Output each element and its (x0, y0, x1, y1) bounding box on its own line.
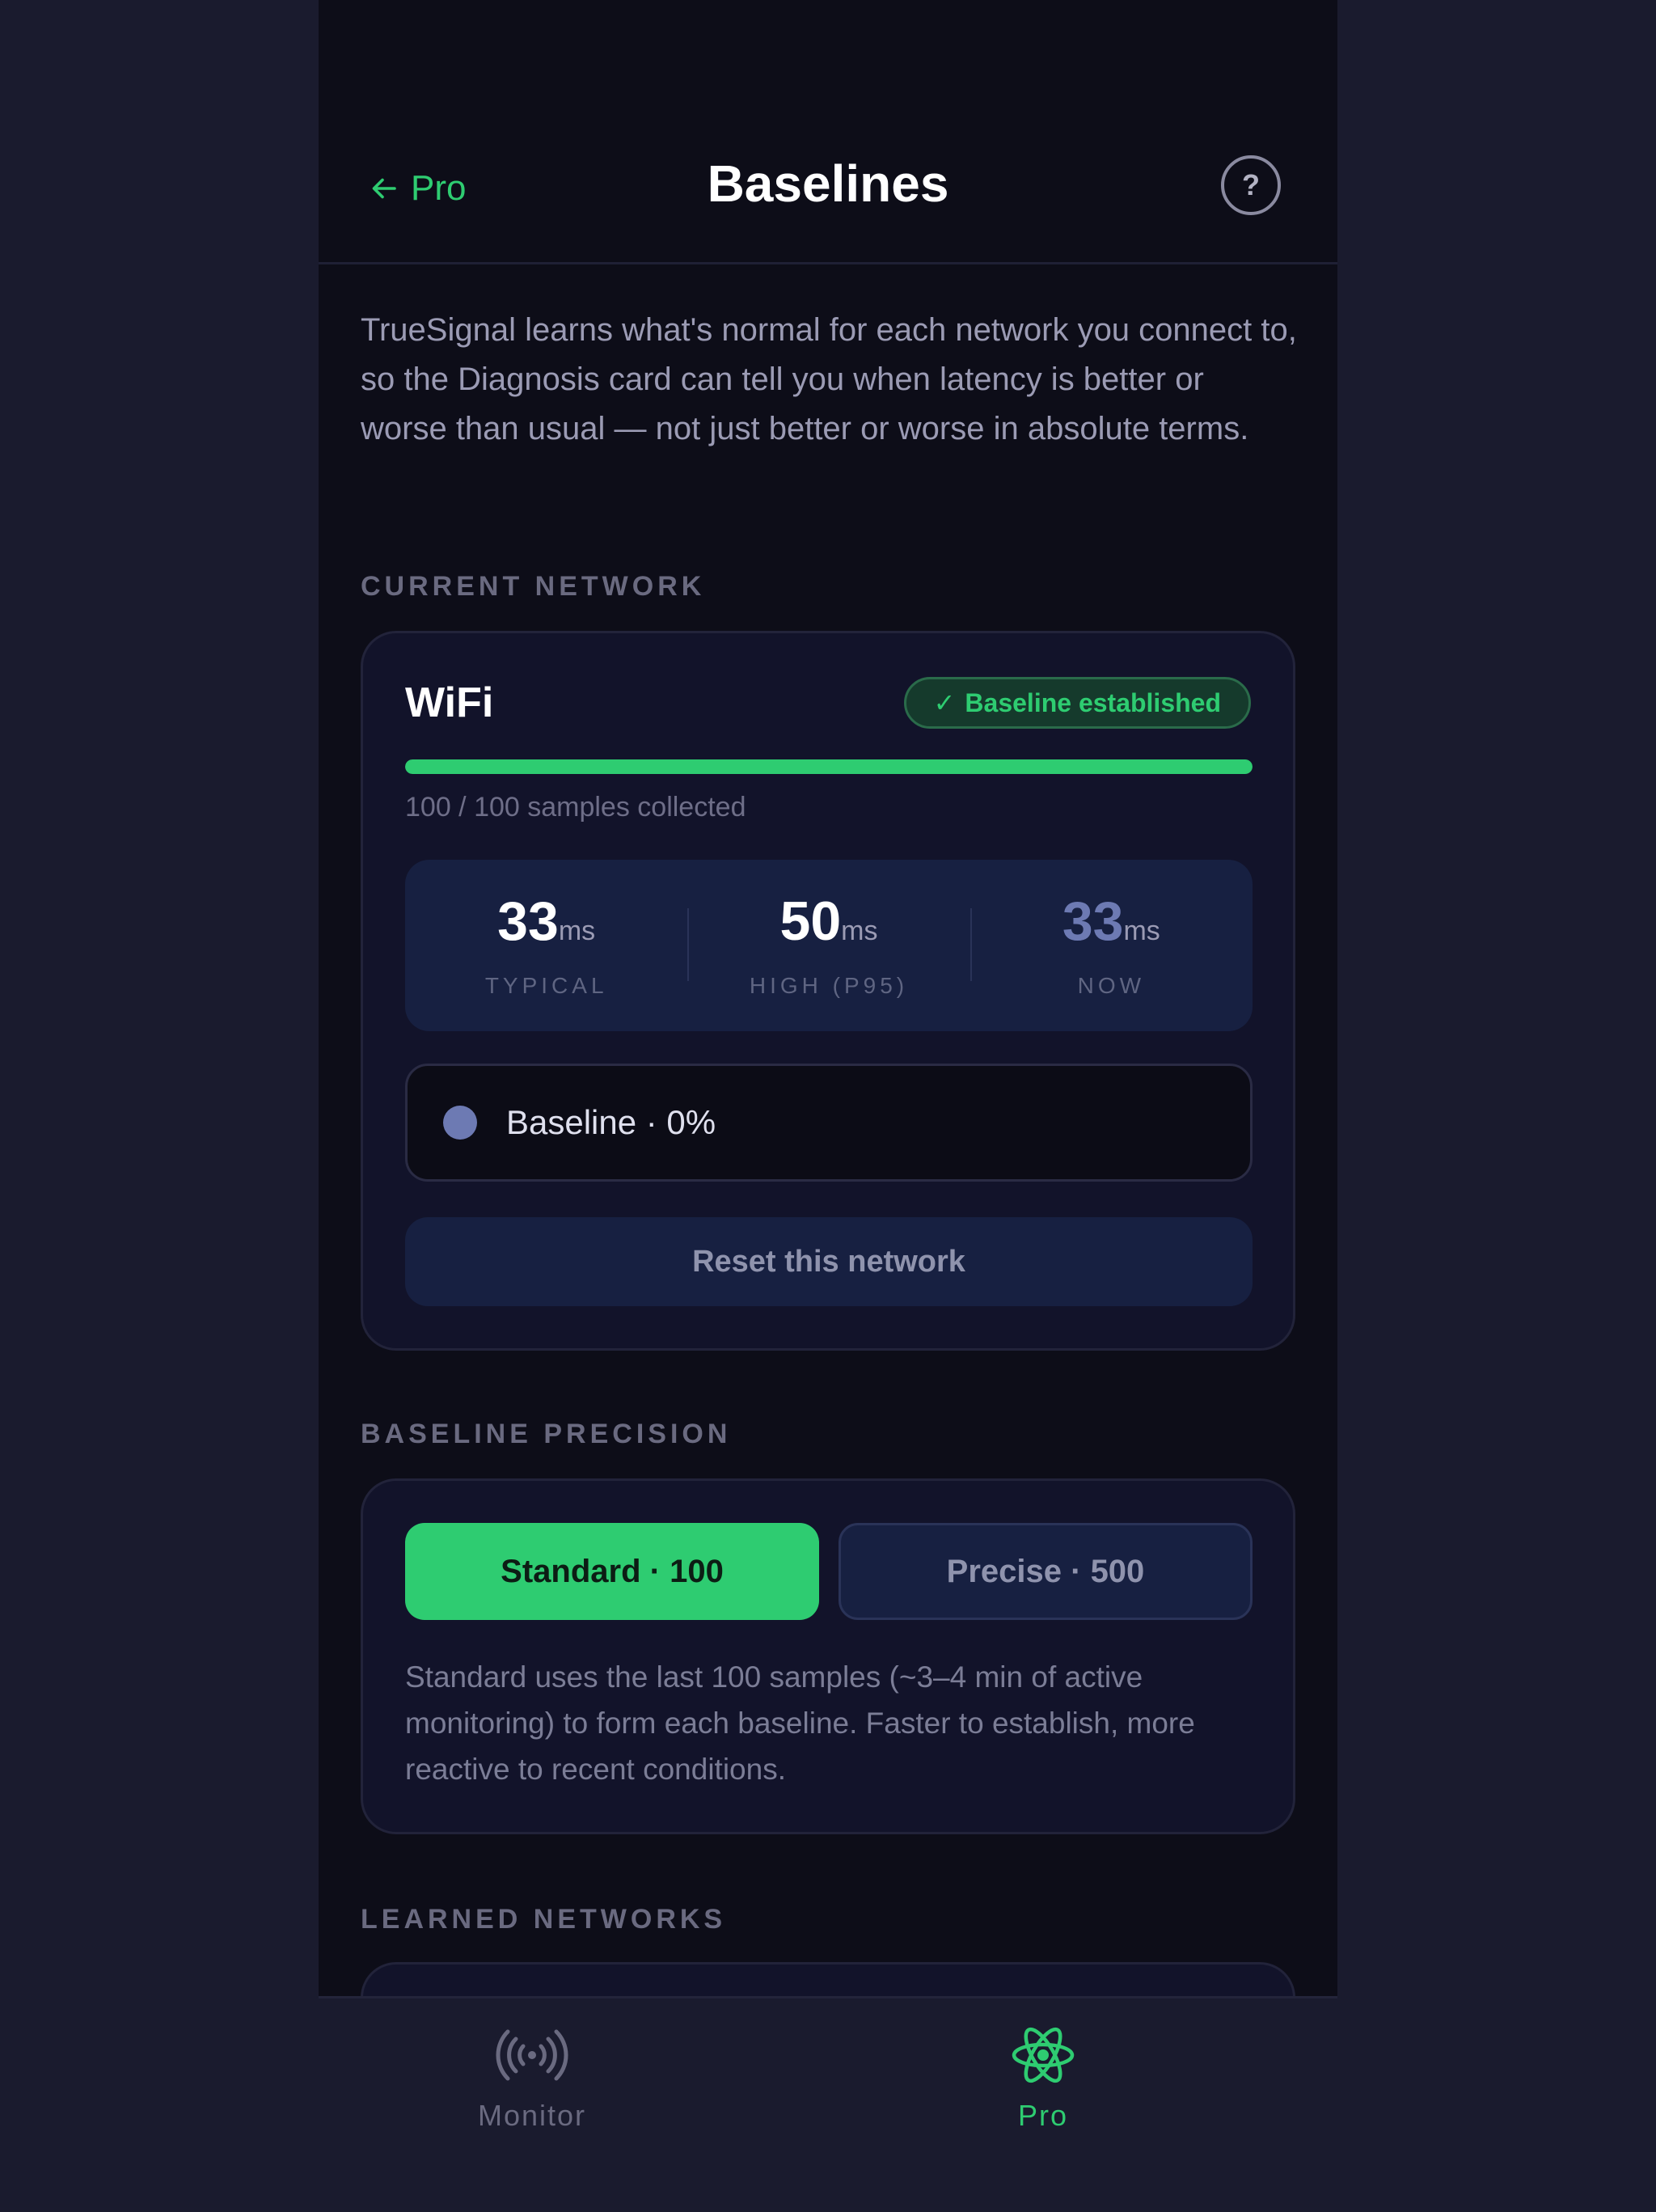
stat-now-label: NOW (1077, 973, 1146, 998)
broadcast-icon (496, 2029, 568, 2081)
help-icon: ? (1242, 168, 1260, 201)
section-label-precision: BASELINE PRECISION (361, 1419, 732, 1449)
current-network-card: WiFi ✓ Baseline established 100 / 100 sa… (361, 631, 1295, 1351)
latency-stats: 33ms TYPICAL 50ms HIGH (P95) 33ms NOW (405, 860, 1253, 1031)
stat-typical-unit: ms (558, 916, 596, 946)
samples-count: 100 / 100 samples collected (405, 792, 746, 823)
app-screen: Pro Baselines ? TrueSignal learns what's… (319, 0, 1337, 1996)
progress-fill (405, 759, 1253, 774)
standard-option-button[interactable]: Standard · 100 (405, 1523, 819, 1620)
stat-now-value: 33 (1062, 890, 1124, 952)
reset-network-button[interactable]: Reset this network (405, 1217, 1253, 1306)
section-label-current-network: CURRENT NETWORK (361, 571, 706, 602)
stat-now: 33ms NOW (970, 860, 1253, 1031)
stat-typical-value: 33 (497, 890, 559, 952)
precise-option-button[interactable]: Precise · 500 (839, 1523, 1253, 1620)
stat-high-label: HIGH (P95) (749, 973, 909, 998)
tab-monitor[interactable]: Monitor (411, 2023, 653, 2133)
intro-text: TrueSignal learns what's normal for each… (361, 312, 1297, 446)
badge-label: Baseline established (965, 687, 1221, 717)
tab-monitor-label: Monitor (477, 2099, 587, 2132)
samples-progress-bar (405, 759, 1253, 774)
stat-high-unit: ms (841, 916, 878, 946)
checkmark-icon: ✓ (933, 688, 956, 717)
tab-pro-label: Pro (1017, 2099, 1069, 2132)
help-button[interactable]: ? (1221, 155, 1281, 215)
network-name: WiFi (405, 679, 494, 726)
atom-icon (1012, 2027, 1075, 2083)
baseline-status-row: Baseline · 0% (405, 1064, 1253, 1182)
tab-pro[interactable]: Pro (922, 2023, 1164, 2133)
status-badge: ✓ Baseline established (903, 677, 1251, 729)
status-dot (443, 1106, 477, 1140)
page-title: Baselines (707, 154, 949, 213)
precision-card: Standard · 100 Precise · 500 Standard us… (361, 1478, 1295, 1834)
learned-networks-card (361, 1962, 1295, 1996)
section-label-learned-networks: LEARNED NETWORKS (361, 1904, 727, 1935)
stat-typical: 33ms TYPICAL (405, 860, 687, 1031)
nav-header: Pro Baselines ? (319, 0, 1337, 264)
status-text: Baseline · 0% (506, 1103, 716, 1141)
stat-now-unit: ms (1123, 916, 1160, 946)
tab-bar: Monitor Pro (319, 1996, 1337, 2212)
precision-description: Standard uses the last 100 samples (~3–4… (405, 1660, 1195, 1786)
stat-typical-label: TYPICAL (484, 973, 608, 998)
stat-high-value: 50 (779, 890, 842, 952)
stat-high: 50ms HIGH (P95) (687, 860, 970, 1031)
